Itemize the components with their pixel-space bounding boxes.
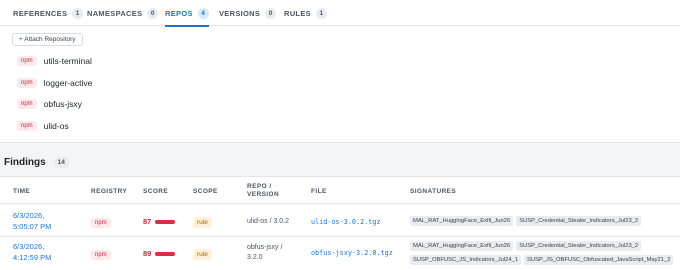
scope-badge: rule (193, 249, 212, 260)
tab-repos[interactable]: REPOS 4 (165, 0, 209, 27)
signature-tag: SUSP_OBFUSC_JS_Indicators_Jul24_1 (410, 255, 522, 265)
tab-label: NAMESPACES (87, 8, 143, 18)
registry-cell: npm (91, 248, 111, 260)
repo-name: ulid-os (43, 121, 69, 131)
score-value: 87 (143, 217, 152, 226)
time-date: 6/3/2026, (13, 211, 45, 220)
tab-label: REPOS (165, 8, 193, 18)
tab-count: 4 (197, 7, 209, 19)
repo-name: utils-terminal (43, 56, 92, 66)
tab-label: RULES (284, 8, 311, 18)
time-clock: 4:12:59 PM (13, 253, 52, 262)
time-cell[interactable]: 6/3/2026, 5:05:07 PM (13, 210, 51, 232)
tab-label: REFERENCES (13, 8, 68, 18)
tab-count: 0 (265, 7, 277, 19)
signature-tag: SUSP_Credential_Stealer_Indicators_Jul23… (516, 216, 642, 226)
tab-namespaces[interactable]: NAMESPACES 0 (87, 0, 159, 26)
ecosystem-badge: npm (17, 56, 37, 66)
signatures-cell-line2: SUSP_OBFUSC_JS_Indicators_Jul24_1 SUSP_J… (410, 255, 676, 265)
findings-count: 14 (53, 157, 69, 168)
repo-name: logger-active (43, 78, 93, 88)
tab-rules[interactable]: RULES 1 (284, 0, 327, 26)
findings-title: Findings (4, 157, 46, 168)
tab-count: 1 (315, 7, 327, 19)
scope-cell: rule (193, 216, 212, 228)
score-value: 89 (143, 249, 152, 258)
signature-tag: MAL_RAT_HuggingFace_Exfil_Jun26 (410, 241, 514, 251)
repo-version-text: ulid-os / 3.0.2 (247, 218, 290, 225)
repo-version-cell: obfus-jsxy / 3.2.0 (247, 243, 282, 263)
column-header-scope[interactable]: SCOPE (193, 188, 218, 196)
score-cell: 87 (143, 216, 176, 227)
score-cell: 89 (143, 248, 176, 259)
column-header-registry[interactable]: REGISTRY (91, 188, 127, 196)
tab-count: 0 (147, 7, 159, 19)
repo-item[interactable]: npm logger-active (17, 77, 92, 89)
signature-tag: SUSP_JS_OBFUSC_Obfuscated_JavaScript_May… (524, 255, 674, 265)
file-link[interactable]: obfus-jsxy-3.2.0.tgz (311, 248, 393, 259)
registry-badge: npm (91, 250, 111, 260)
findings-header: Findings 14 (4, 157, 69, 168)
time-cell[interactable]: 6/3/2026, 4:12:59 PM (13, 241, 51, 263)
tab-count: 1 (72, 7, 84, 19)
repo-item[interactable]: npm utils-terminal (17, 55, 92, 67)
scope-cell: rule (193, 248, 212, 260)
tab-versions[interactable]: VERSIONS 0 (219, 0, 277, 26)
time-date: 6/3/2026, (13, 242, 45, 251)
column-header-repo-version[interactable]: REPO / VERSION (247, 183, 279, 199)
signature-tag: MAL_RAT_HuggingFace_Exfil_Jun26 (410, 216, 514, 226)
file-link[interactable]: ulid-os-3.0.2.tgz (311, 217, 381, 228)
column-header-time[interactable]: TIME (13, 188, 30, 196)
score-bar (155, 251, 176, 256)
tab-bar: REFERENCES 1 NAMESPACES 0 REPOS 4 VERSIO… (0, 0, 680, 27)
repo-item[interactable]: npm ulid-os (17, 120, 69, 132)
repo-item[interactable]: npm obfus-jsxy (17, 98, 82, 110)
column-header-score[interactable]: SCORE (143, 188, 168, 196)
tab-label: VERSIONS (219, 8, 261, 18)
registry-cell: npm (91, 216, 111, 228)
registry-badge: npm (91, 218, 111, 228)
repo-version-number: 3.2.0 (247, 254, 263, 261)
attach-repository-button[interactable]: + Attach Repository (12, 33, 83, 46)
column-header-signatures[interactable]: SIGNATURES (410, 188, 456, 196)
signatures-cell: MAL_RAT_HuggingFace_Exfil_Jun26 SUSP_Cre… (410, 216, 644, 226)
repos-panel: REFERENCES 1 NAMESPACES 0 REPOS 4 VERSIO… (0, 0, 680, 143)
signature-tag: SUSP_Credential_Stealer_Indicators_Jul23… (516, 241, 642, 251)
repo-name: obfus-jsxy (43, 99, 82, 109)
repo-version-text: obfus-jsxy / (247, 244, 283, 251)
tab-references[interactable]: REFERENCES 1 (13, 0, 84, 26)
repo-version-cell: ulid-os / 3.0.2 (247, 217, 289, 227)
header-divider (0, 203, 680, 204)
ecosystem-badge: npm (17, 99, 37, 109)
scope-badge: rule (193, 217, 212, 228)
ecosystem-badge: npm (17, 121, 37, 131)
score-bar (155, 219, 176, 224)
time-clock: 5:05:07 PM (13, 222, 52, 231)
row-divider (0, 236, 680, 237)
signatures-cell: MAL_RAT_HuggingFace_Exfil_Jun26 SUSP_Cre… (410, 241, 644, 251)
ecosystem-badge: npm (17, 78, 37, 88)
column-header-file[interactable]: FILE (311, 188, 327, 196)
